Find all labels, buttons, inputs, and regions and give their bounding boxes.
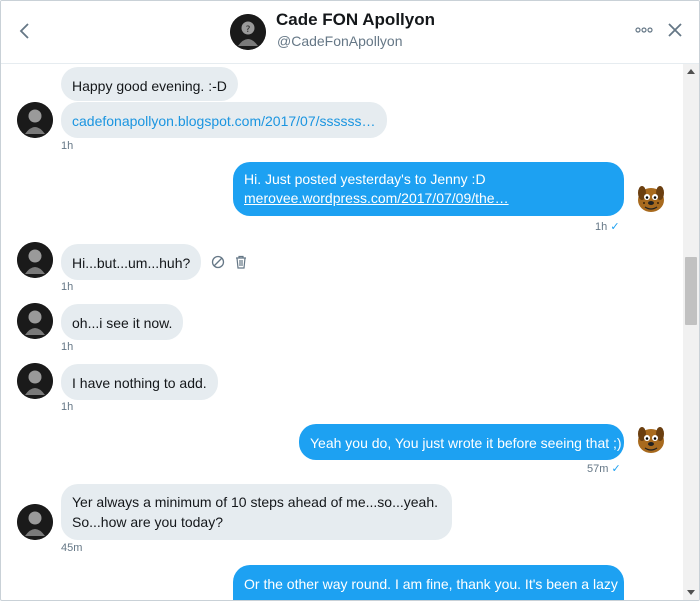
message-timestamp: 57m ✓ — [587, 462, 621, 475]
message-text: Yeah you do, You just wrote it before se… — [310, 435, 622, 451]
scroll-down-arrow-icon[interactable] — [687, 590, 695, 595]
avatar[interactable] — [17, 242, 53, 278]
avatar[interactable] — [633, 181, 669, 217]
message-bubble[interactable]: cadefonapollyon.blogspot.com/2017/07/sss… — [61, 102, 387, 138]
message-timestamp: 1h — [61, 401, 74, 413]
message-link[interactable]: merovee.wordpress.com/2017/07/09/the… — [244, 189, 613, 208]
message-timestamp: 1h — [61, 281, 74, 293]
message-thread[interactable]: Happy good evening. :-D cadefonapollyon.… — [1, 64, 683, 600]
avatar[interactable] — [17, 102, 53, 138]
message-timestamp: 1h — [61, 140, 74, 152]
avatar[interactable]: ? — [230, 14, 266, 50]
scrollbar-thumb[interactable] — [685, 257, 697, 325]
message-bubble[interactable]: Yer always a minimum of 10 steps ahead o… — [61, 484, 452, 540]
message-bubble[interactable]: oh...i see it now. — [61, 304, 184, 340]
message-text: Happy good evening. :-D — [72, 78, 227, 94]
message-timestamp: 45m — [61, 542, 83, 554]
scrollbar[interactable] — [683, 64, 699, 600]
scroll-up-arrow-icon[interactable] — [687, 69, 695, 74]
avatar[interactable] — [633, 422, 669, 458]
message-bubble[interactable]: I have nothing to add. — [61, 364, 218, 400]
message-text: Yer always a minimum of 10 steps ahead o… — [72, 494, 439, 510]
conversation-title: Cade FON Apollyon — [276, 10, 435, 29]
message-timestamp: 1h — [61, 341, 74, 353]
message-text: Hi. Just posted yesterday's to Jenny :D — [244, 171, 486, 187]
message-text: So...how are you today? — [72, 514, 223, 530]
message-bubble[interactable]: Happy good evening. :-D — [61, 67, 238, 101]
conversation-header: ? Cade FON Apollyon @CadeFonApollyon — [1, 1, 699, 64]
avatar[interactable] — [17, 363, 53, 399]
message-time: 57m — [587, 463, 609, 475]
svg-text:?: ? — [246, 25, 251, 35]
message-link[interactable]: cadefonapollyon.blogspot.com/2017/07/sss… — [72, 113, 376, 129]
avatar[interactable] — [17, 504, 53, 540]
message-timestamp: 1h ✓ — [595, 220, 620, 233]
message-bubble[interactable]: Hi...but...um...huh? — [61, 244, 202, 280]
avatar[interactable] — [17, 303, 53, 339]
more-horizontal-icon[interactable] — [635, 23, 653, 37]
conversation-handle: @CadeFonApollyon — [277, 33, 403, 49]
message-bubble[interactable]: Or the other way round. I am fine, thank… — [233, 565, 624, 600]
message-text: Or the other way round. I am fine, thank… — [244, 576, 618, 592]
close-icon[interactable] — [665, 20, 685, 40]
message-bubble[interactable]: Hi. Just posted yesterday's to Jenny :D … — [233, 162, 624, 216]
read-check-icon: ✓ — [611, 463, 621, 475]
message-text: Hi...but...um...huh? — [72, 255, 191, 271]
chevron-left-icon[interactable] — [15, 19, 35, 43]
message-text: I have nothing to add. — [72, 375, 207, 391]
message-time: 1h — [595, 221, 608, 233]
dm-conversation-window: ? Cade FON Apollyon @CadeFonApollyon Hap… — [0, 0, 700, 601]
block-icon[interactable] — [211, 255, 225, 269]
message-text: oh...i see it now. — [72, 315, 173, 331]
read-check-icon: ✓ — [610, 221, 620, 233]
message-bubble[interactable]: Yeah you do, You just wrote it before se… — [299, 424, 624, 460]
trash-icon[interactable] — [234, 255, 248, 269]
